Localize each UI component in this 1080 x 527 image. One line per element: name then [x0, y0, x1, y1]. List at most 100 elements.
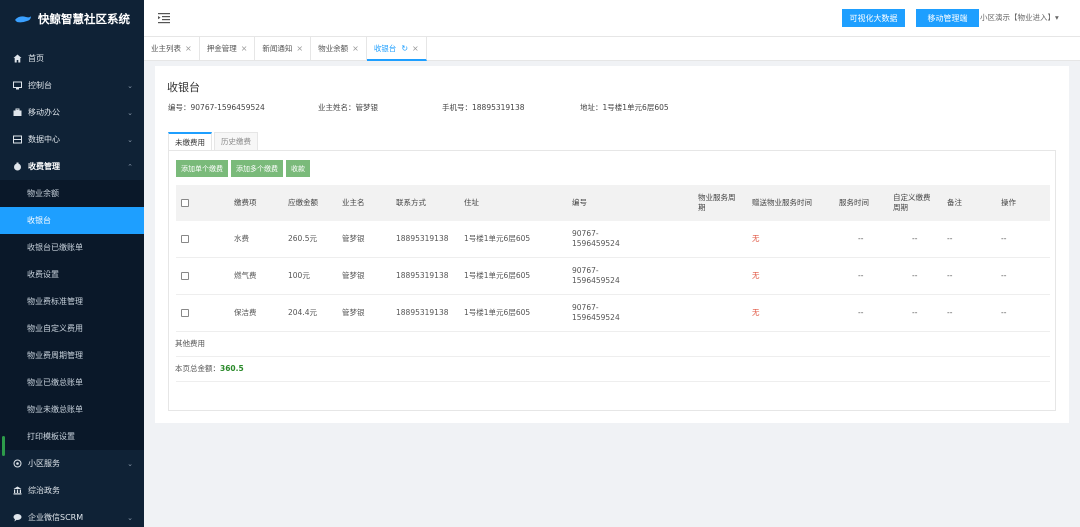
bank-icon — [13, 486, 22, 495]
submenu-item-fee-standard[interactable]: 物业费标准管理 — [0, 288, 144, 315]
service-time-cell: -- — [858, 271, 864, 280]
owner-code: 编号：90767-1596459524 — [168, 103, 265, 112]
owner-phone: 手机号：18895319138 — [442, 103, 525, 112]
tab-cashier[interactable]: 收银台 ↻ × — [366, 37, 427, 61]
column-header: 缴费项 — [234, 198, 257, 207]
sidebar-item-label: 综治政务 — [28, 486, 60, 495]
mobile-admin-button[interactable]: 移动管理端 — [916, 9, 979, 27]
submenu-label: 收银台已缴账单 — [27, 243, 83, 252]
sidebar-item-mobile-office[interactable]: 移动办公 ⌄ — [0, 99, 144, 126]
submenu-item-print-template[interactable]: 打印模板设置 — [0, 423, 144, 450]
sidebar-item-label: 数据中心 — [28, 135, 60, 144]
note-cell: -- — [947, 234, 953, 243]
page-total-value: 360.5 — [220, 364, 244, 373]
action-cell: -- — [1001, 308, 1007, 317]
phone-cell: 18895319138 — [396, 308, 449, 317]
bigdata-button[interactable]: 可视化大数据 — [842, 9, 905, 27]
submenu-label: 物业余额 — [27, 189, 59, 198]
fee-amount: 204.4元 — [288, 308, 317, 317]
code-line: 90767- — [572, 303, 599, 312]
address-cell: 1号楼1单元6层605 — [464, 234, 531, 243]
column-header: 物业服务周期 — [698, 193, 736, 212]
collect-payment-button[interactable]: 收款 — [286, 160, 310, 177]
owner-name: 业主姓名：管梦银 — [318, 103, 378, 112]
tab-news[interactable]: 新闻通知 × — [255, 37, 312, 60]
tab-deposit[interactable]: 押金管理 × — [200, 37, 256, 60]
sidebar-item-home[interactable]: 首页 — [0, 45, 144, 72]
database-icon — [13, 135, 22, 144]
add-multiple-fee-button[interactable]: 添加多个缴费 — [231, 160, 283, 177]
owner-name-cell: 管梦银 — [342, 271, 365, 280]
other-fees-label: 其他费用 — [175, 339, 205, 348]
logo[interactable]: 快鲸智慧社区系统 — [0, 0, 144, 37]
submenu-item-paid-total[interactable]: 物业已缴总账单 — [0, 369, 144, 396]
tab-label: 业主列表 — [151, 44, 181, 53]
code-cell: 90767- 1596459524 — [572, 266, 620, 286]
close-icon[interactable]: × — [352, 44, 359, 53]
row-checkbox[interactable] — [181, 309, 189, 317]
fee-subtabs: 未缴费用 历史缴费 — [168, 132, 260, 151]
topbar: 可视化大数据 移动管理端 小区演示【物业进入】▾ — [144, 0, 1080, 37]
close-icon[interactable]: × — [185, 44, 192, 53]
address-cell: 1号楼1单元6层605 — [464, 308, 531, 317]
community-icon — [13, 459, 22, 468]
gift-time-cell: 无 — [752, 234, 760, 243]
submenu-item-cashier-paid-bills[interactable]: 收银台已缴账单 — [0, 234, 144, 261]
fee-item: 水费 — [234, 234, 249, 243]
custom-cycle-cell: -- — [912, 308, 918, 317]
fee-submenu: 物业余额 收银台 收银台已缴账单 收费设置 物业费标准管理 物业自定义费用 物业… — [0, 180, 144, 450]
code-cell: 90767- 1596459524 — [572, 303, 620, 323]
note-cell: -- — [947, 308, 953, 317]
sidebar-item-data-center[interactable]: 数据中心 ⌄ — [0, 126, 144, 153]
row-checkbox[interactable] — [181, 272, 189, 280]
money-icon — [13, 162, 22, 171]
sidebar-item-community-service[interactable]: 小区服务 ⌄ — [0, 450, 144, 477]
close-icon[interactable]: × — [241, 44, 248, 53]
submenu-item-property-balance[interactable]: 物业余额 — [0, 180, 144, 207]
column-header: 自定义缴费周期 — [893, 193, 931, 212]
tab-unpaid-fees[interactable]: 未缴费用 — [168, 132, 212, 151]
code-line: 1596459524 — [572, 313, 620, 322]
close-icon[interactable]: × — [296, 44, 303, 53]
column-header: 备注 — [947, 198, 962, 207]
add-single-fee-button[interactable]: 添加单个缴费 — [176, 160, 228, 177]
tab-property-balance[interactable]: 物业余额 × — [311, 37, 367, 60]
user-menu[interactable]: 小区演示【物业进入】▾ — [980, 12, 1059, 23]
sidebar-item-fee-management[interactable]: 收费管理 ⌃ — [0, 153, 144, 180]
fee-item: 保洁费 — [234, 308, 257, 317]
phone-cell: 18895319138 — [396, 271, 449, 280]
sidebar-item-label: 小区服务 — [28, 459, 60, 468]
close-icon[interactable]: × — [412, 44, 419, 53]
row-checkbox[interactable] — [181, 235, 189, 243]
sidebar-item-government[interactable]: 综治政务 — [0, 477, 144, 504]
tab-label: 新闻通知 — [262, 44, 293, 53]
table-row: 燃气费 100元 管梦银 18895319138 1号楼1单元6层605 907… — [176, 258, 1050, 295]
submenu-item-custom-fee[interactable]: 物业自定义费用 — [0, 315, 144, 342]
menu-toggle-icon[interactable] — [158, 12, 170, 24]
fee-amount: 260.5元 — [288, 234, 317, 243]
chat-icon — [13, 513, 22, 522]
tab-owner-list[interactable]: 业主列表 × — [144, 37, 200, 60]
tab-label: 物业余额 — [318, 44, 349, 53]
submenu-label: 物业已缴总账单 — [27, 378, 83, 387]
submenu-label: 收费设置 — [27, 270, 59, 279]
chevron-down-icon: ⌄ — [127, 135, 133, 144]
refresh-icon[interactable]: ↻ — [401, 44, 408, 53]
select-all-checkbox[interactable] — [181, 199, 189, 207]
column-header: 服务时间 — [839, 198, 869, 207]
sidebar-scrollbar[interactable] — [2, 436, 5, 456]
tab-payment-history[interactable]: 历史缴费 — [214, 132, 258, 150]
submenu-label: 物业费周期管理 — [27, 351, 83, 360]
action-cell: -- — [1001, 234, 1007, 243]
submenu-item-fee-settings[interactable]: 收费设置 — [0, 261, 144, 288]
submenu-item-fee-cycle[interactable]: 物业费周期管理 — [0, 342, 144, 369]
sidebar-item-wecom-scrm[interactable]: 企业微信SCRM ⌄ — [0, 504, 144, 527]
other-fees-row: 其他费用 — [175, 332, 1050, 357]
sidebar-item-console[interactable]: 控制台 ⌄ — [0, 72, 144, 99]
fee-table: 缴费项 应缴金额 业主名 联系方式 住址 编号 物业服务周期 赠送物业服务时间 … — [175, 185, 1050, 382]
submenu-item-cashier[interactable]: 收银台 — [0, 207, 144, 234]
code-cell: 90767- 1596459524 — [572, 229, 620, 249]
custom-cycle-cell: -- — [912, 234, 918, 243]
column-header: 赠送物业服务时间 — [752, 198, 812, 207]
submenu-item-unpaid-total[interactable]: 物业未缴总账单 — [0, 396, 144, 423]
